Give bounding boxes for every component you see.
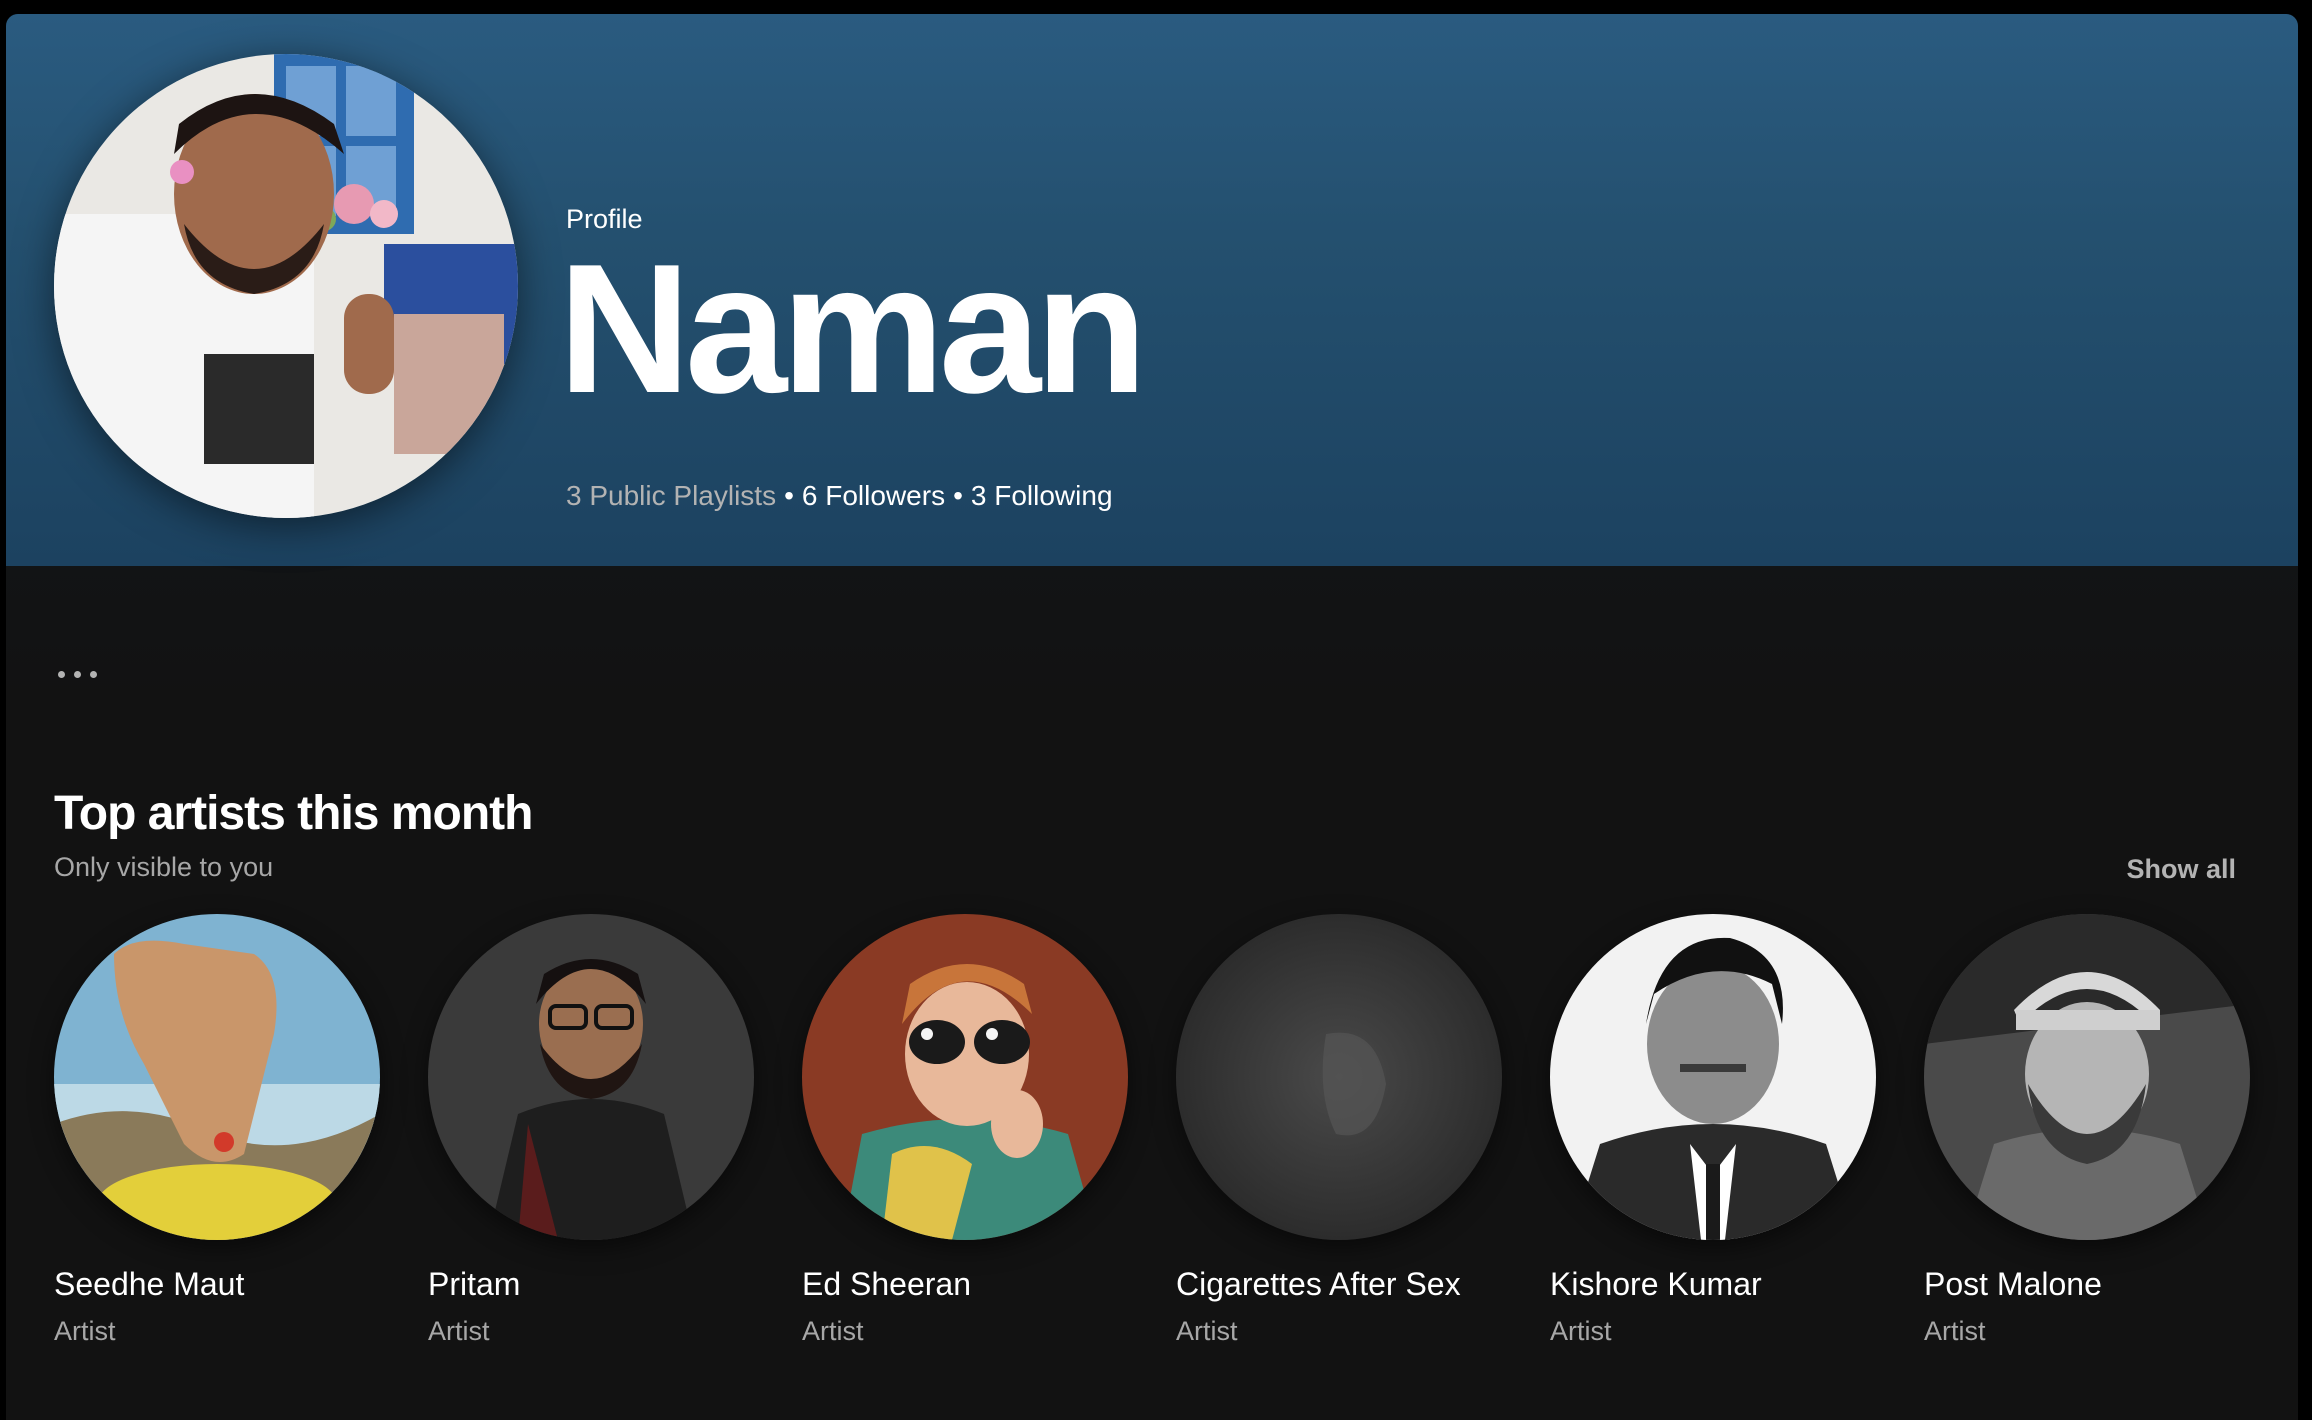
- artist-type: Artist: [54, 1316, 116, 1346]
- artist-name[interactable]: Post Malone: [1924, 1266, 2102, 1303]
- artist-type: Artist: [1924, 1316, 1986, 1346]
- profile-stats: 3 Public Playlists • 6 Followers • 3 Followi…: [566, 480, 1113, 512]
- artist-card[interactable]: Seedhe Maut Artist: [54, 914, 384, 1354]
- stats-separator: •: [784, 480, 794, 511]
- artist-type: Artist: [802, 1316, 864, 1346]
- artist-image: [802, 914, 1128, 1240]
- artist-image: [54, 914, 380, 1240]
- artist-name[interactable]: Cigarettes After Sex: [1176, 1266, 1461, 1303]
- artist-type: Artist: [428, 1316, 490, 1346]
- section-subtitle: Only visible to you: [54, 852, 274, 882]
- artist-card[interactable]: Cigarettes After Sex Artist: [1176, 914, 1506, 1354]
- show-all-link[interactable]: Show all: [2126, 854, 2236, 885]
- artist-image: [1176, 914, 1502, 1240]
- artist-name[interactable]: Ed Sheeran: [802, 1266, 971, 1303]
- artist-image: [1924, 914, 2250, 1240]
- profile-page: Profile Naman 3 Public Playlists • 6 Follo…: [6, 14, 2298, 1420]
- profile-photo: [54, 54, 518, 518]
- more-options-icon[interactable]: [58, 654, 118, 694]
- artist-card[interactable]: Post Malone Artist: [1924, 914, 2254, 1354]
- stats-separator: •: [953, 480, 963, 511]
- artist-name[interactable]: Kishore Kumar: [1550, 1266, 1762, 1303]
- artist-type: Artist: [1176, 1316, 1238, 1346]
- artist-type: Artist: [1550, 1316, 1612, 1346]
- artist-name[interactable]: Pritam: [428, 1266, 520, 1303]
- artist-image: [428, 914, 754, 1240]
- artist-name[interactable]: Seedhe Maut: [54, 1266, 244, 1303]
- profile-header: Profile Naman 3 Public Playlists • 6 Follo…: [6, 14, 2298, 566]
- profile-name: Naman: [558, 225, 1148, 431]
- artist-image: [1550, 914, 1876, 1240]
- artist-card[interactable]: Pritam Artist: [428, 914, 758, 1354]
- artist-card[interactable]: Kishore Kumar Artist: [1550, 914, 1880, 1354]
- followers-link[interactable]: 6 Followers: [802, 480, 945, 511]
- section-title[interactable]: Top artists this month: [54, 786, 533, 841]
- artist-card[interactable]: Ed Sheeran Artist: [802, 914, 1132, 1354]
- profile-avatar[interactable]: [54, 54, 518, 518]
- following-link[interactable]: 3 Following: [971, 480, 1113, 511]
- public-playlists-link[interactable]: 3 Public Playlists: [566, 480, 776, 511]
